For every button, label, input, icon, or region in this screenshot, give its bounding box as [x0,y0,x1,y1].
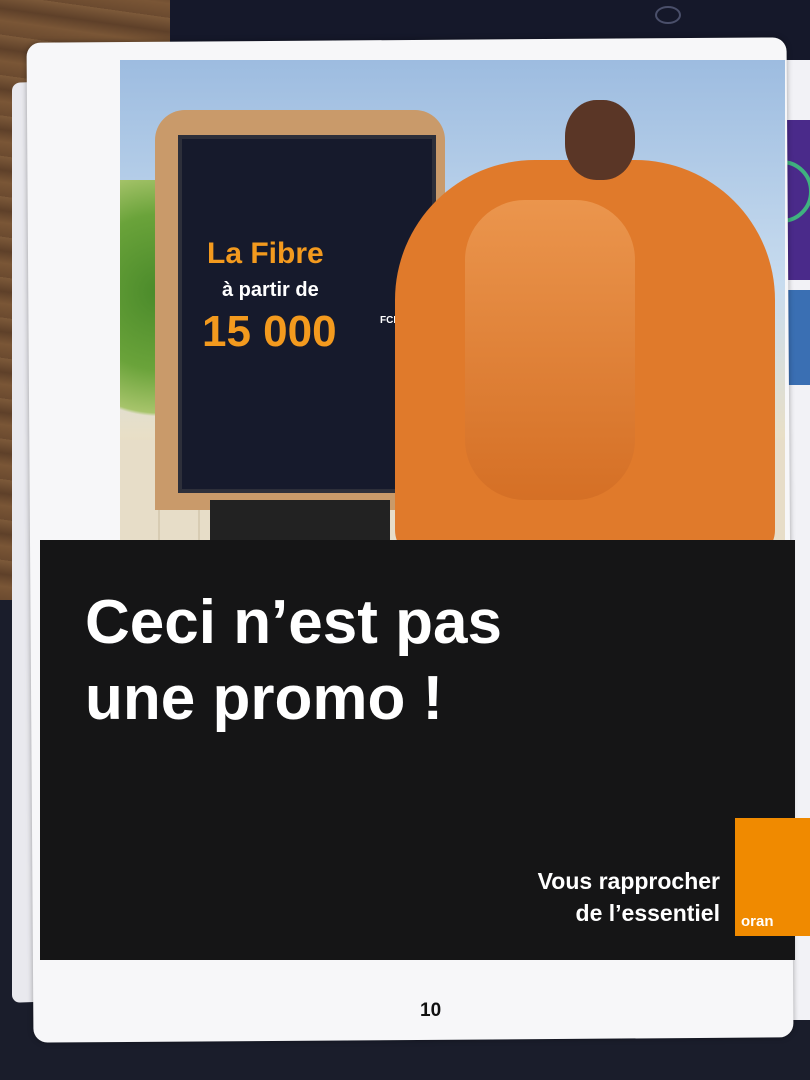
ad-headline-line1: Ceci n’est pas [85,588,502,657]
billboard-subtitle: à partir de [222,279,319,301]
head [565,100,635,180]
billboard-title: La Fibre [207,237,324,270]
ad-headline-line2: une promo ! [85,664,444,733]
ad-slogan: Vous rapprocher de l’essentiel [420,865,720,929]
laptop-logo-icon [655,6,681,24]
ad-headline: Ceci n’est pas une promo ! [85,585,735,737]
hoodie-highlight [465,200,635,500]
person-in-orange-hoodie [385,100,785,560]
billboard-price: 15 000 [202,307,337,356]
ad-slogan-line2: de l’essentiel [575,900,720,926]
ad-slogan-line1: Vous rapprocher [537,868,720,894]
page-number: 10 [420,1000,442,1021]
ad-photo: La Fibre à partir de 15 000 FCFA [120,60,785,560]
brand-name: oran [741,913,774,930]
orange-logo-icon: oran [735,818,810,936]
